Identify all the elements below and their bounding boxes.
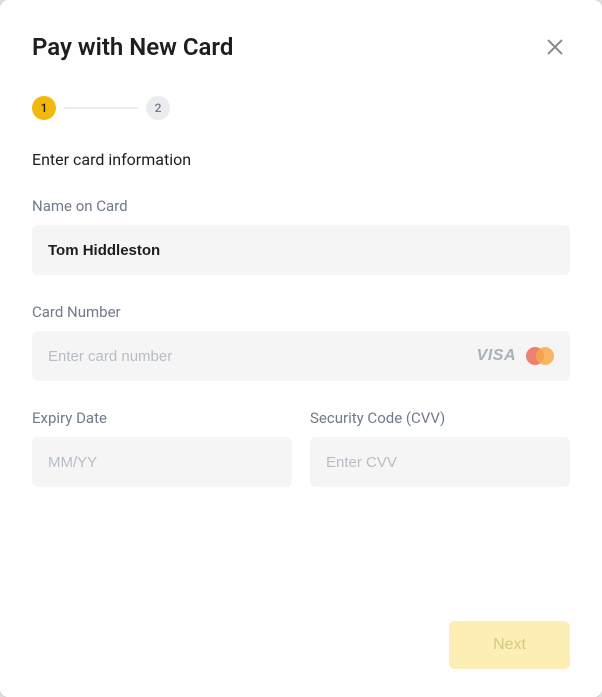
name-on-card-group: Name on Card bbox=[32, 197, 570, 275]
name-on-card-label: Name on Card bbox=[32, 197, 570, 215]
cvv-input[interactable] bbox=[310, 437, 570, 487]
modal-footer: Next bbox=[32, 621, 570, 669]
mastercard-icon bbox=[524, 346, 556, 366]
cvv-label: Security Code (CVV) bbox=[310, 409, 570, 427]
expiry-date-label: Expiry Date bbox=[32, 409, 292, 427]
visa-icon: VISA bbox=[477, 347, 516, 365]
expiry-date-group: Expiry Date bbox=[32, 409, 292, 487]
name-on-card-input[interactable] bbox=[32, 225, 570, 275]
cvv-group: Security Code (CVV) bbox=[310, 409, 570, 487]
close-button[interactable] bbox=[540, 32, 570, 62]
modal-header: Pay with New Card bbox=[32, 32, 570, 62]
card-brand-icons: VISA bbox=[477, 346, 556, 366]
card-number-label: Card Number bbox=[32, 303, 570, 321]
step-1-indicator: 1 bbox=[32, 96, 56, 120]
section-heading: Enter card information bbox=[32, 150, 570, 169]
step-connector bbox=[64, 107, 138, 109]
next-button[interactable]: Next bbox=[449, 621, 570, 669]
pay-with-new-card-modal: Pay with New Card 1 2 Enter card informa… bbox=[0, 0, 602, 697]
progress-stepper: 1 2 bbox=[32, 96, 570, 120]
card-number-group: Card Number VISA bbox=[32, 303, 570, 381]
close-icon bbox=[544, 36, 566, 58]
step-2-indicator: 2 bbox=[146, 96, 170, 120]
expiry-date-input[interactable] bbox=[32, 437, 292, 487]
modal-title: Pay with New Card bbox=[32, 33, 233, 61]
